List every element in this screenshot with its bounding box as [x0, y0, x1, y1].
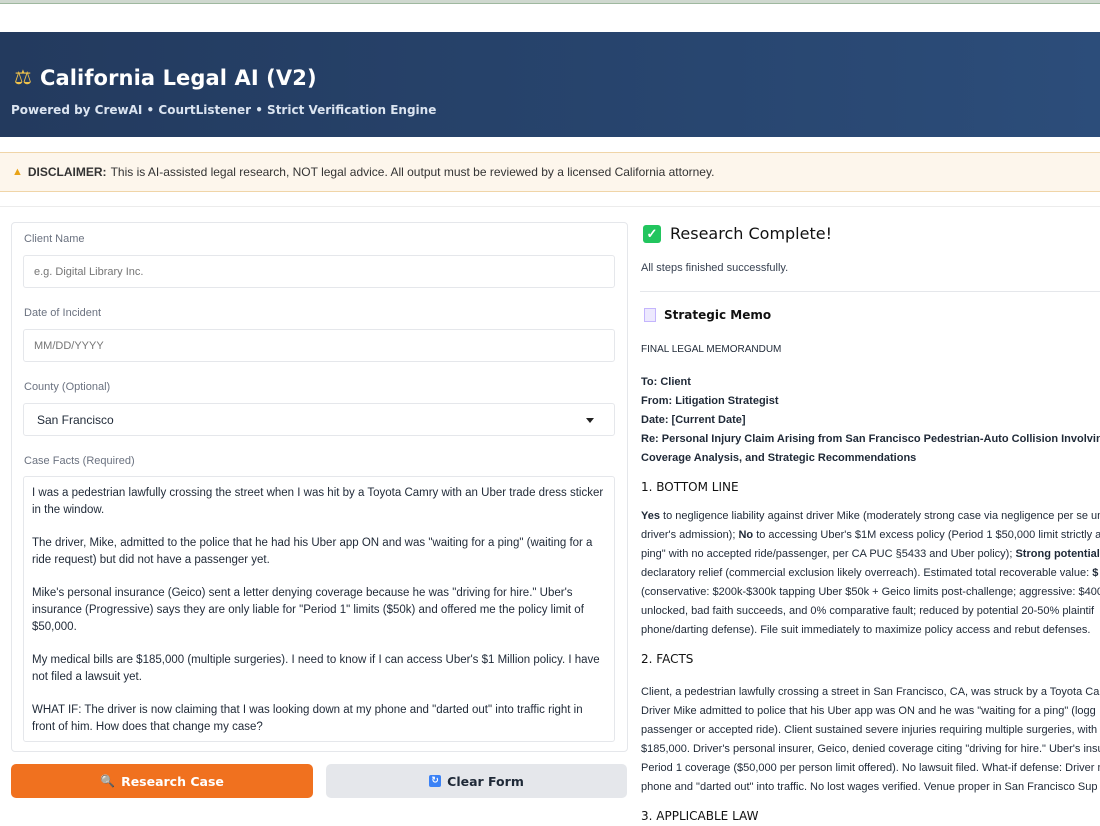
- case-facts-paragraph: WHAT IF: The driver is now claiming that…: [32, 704, 583, 733]
- memo-from: From: Litigation Strategist: [641, 395, 779, 407]
- case-facts-textarea[interactable]: I was a pedestrian lawfully crossing the…: [23, 476, 615, 742]
- county-select-value: San Francisco: [37, 412, 114, 427]
- memo-paragraph-line: Period 1 coverage ($50,000 per person li…: [641, 762, 1100, 774]
- memo-heading: FINAL LEGAL MEMORANDUM: [641, 344, 782, 355]
- status-title: Research Complete!: [670, 224, 832, 243]
- research-case-button[interactable]: 🔍 Research Case: [11, 764, 313, 798]
- memo-to: To: Client: [641, 376, 691, 388]
- section-divider: [0, 206, 1100, 207]
- memo-paragraph-line: driver's admission); No to accessing Ube…: [641, 529, 1100, 541]
- app-header: ⚖ California Legal AI (V2) Powered by Cr…: [0, 32, 1100, 137]
- clear-form-label: Clear Form: [447, 773, 524, 789]
- memo-re-line-2: Coverage Analysis, and Strategic Recomme…: [641, 452, 917, 464]
- case-facts-paragraph: Mike's personal insurance (Geico) sent a…: [32, 587, 584, 633]
- status-subtitle: All steps finished successfully.: [641, 262, 789, 274]
- memo-paragraph-line: Driver Mike admitted to police that his …: [641, 705, 1096, 717]
- chevron-down-icon: [586, 418, 594, 423]
- memo-header: Strategic Memo: [644, 308, 771, 322]
- case-form: Client Name Date of Incident County (Opt…: [11, 222, 628, 752]
- results-divider: [640, 291, 1100, 292]
- memo-paragraph-line: Client, a pedestrian lawfully crossing a…: [641, 686, 1100, 698]
- document-icon: [644, 308, 656, 322]
- header-title-row: ⚖ California Legal AI (V2): [14, 65, 317, 90]
- memo-date: Date: [Current Date]: [641, 414, 746, 426]
- memo-re-line-1: Re: Personal Injury Claim Arising from S…: [641, 433, 1100, 445]
- memo-paragraph-line: passenger or accepted ride). Client sust…: [641, 724, 1098, 736]
- disclaimer-banner: ▲ DISCLAIMER: This is AI-assisted legal …: [0, 152, 1100, 192]
- client-name-label: Client Name: [24, 233, 85, 245]
- memo-section-facts: 2. FACTS: [641, 652, 694, 666]
- memo-section-bottom-line: 1. BOTTOM LINE: [641, 480, 739, 494]
- research-case-label: Research Case: [121, 773, 224, 789]
- client-name-input[interactable]: [23, 255, 615, 288]
- app-title: California Legal AI (V2): [39, 65, 317, 90]
- date-of-incident-label: Date of Incident: [24, 307, 102, 319]
- window-top-border-accent: [0, 3, 1100, 4]
- memo-paragraph-line: unlocked, bad faith succeeds, and 0% com…: [641, 605, 1095, 617]
- disclaimer-label: DISCLAIMER:: [27, 165, 107, 179]
- case-facts-label: Case Facts (Required): [24, 455, 135, 467]
- check-icon: ✓: [643, 224, 661, 243]
- memo-paragraph-line: phone/darting defense). File suit immedi…: [641, 624, 1091, 636]
- memo-paragraph-line: (conservative: $200k-$300k tapping Uber …: [641, 586, 1100, 598]
- case-facts-paragraph: I was a pedestrian lawfully crossing the…: [32, 487, 604, 516]
- county-select[interactable]: San Francisco: [23, 403, 615, 436]
- date-of-incident-input[interactable]: [23, 329, 615, 362]
- app-subtitle: Powered by CrewAI • CourtListener • Stri…: [11, 103, 437, 117]
- status-row: ✓ Research Complete!: [643, 224, 832, 243]
- memo-paragraph-line: phone and "darted out" into traffic. No …: [641, 781, 1098, 793]
- case-facts-paragraph: The driver, Mike, admitted to the police…: [32, 537, 593, 566]
- scales-icon: ⚖: [14, 67, 32, 89]
- memo-section-applicable-law: 3. APPLICABLE LAW: [641, 809, 759, 823]
- county-label: County (Optional): [24, 381, 111, 393]
- memo-paragraph-line: Yes to negligence liability against driv…: [641, 510, 1100, 522]
- memo-paragraph-line: $185,000. Driver's personal insurer, Gei…: [641, 743, 1100, 755]
- memo-paragraph-line: ping" with no accepted ride/passenger, p…: [641, 548, 1100, 560]
- case-facts-paragraph: My medical bills are $185,000 (multiple …: [32, 654, 600, 683]
- memo-body: FINAL LEGAL MEMORANDUM To: Client From: …: [641, 340, 1100, 826]
- warning-icon: ▲: [12, 166, 23, 178]
- magnifier-icon: 🔍: [100, 774, 116, 788]
- memo-paragraph-line: declaratory relief (commercial exclusion…: [641, 567, 1099, 579]
- clear-form-button[interactable]: ↻ Clear Form: [326, 764, 627, 798]
- memo-title: Strategic Memo: [664, 308, 772, 322]
- disclaimer-text: This is AI-assisted legal research, NOT …: [110, 165, 715, 179]
- refresh-icon: ↻: [429, 775, 442, 787]
